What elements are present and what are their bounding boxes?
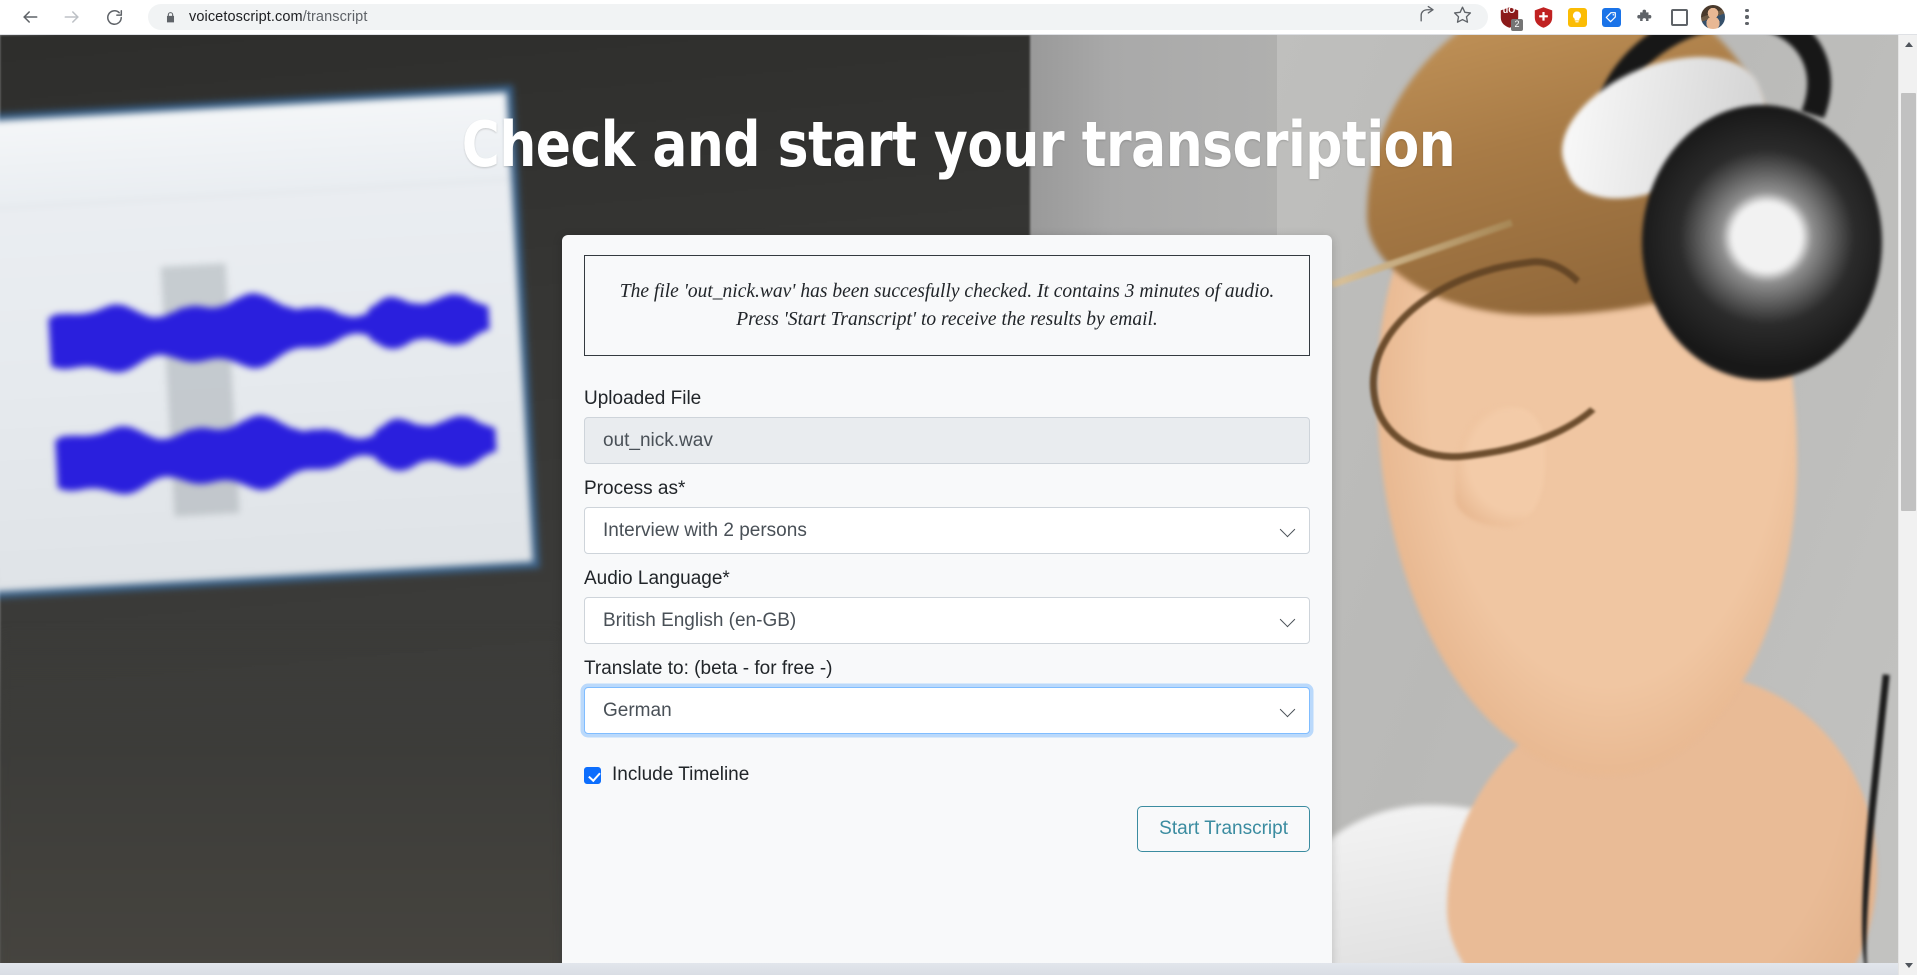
alert-line-1: The file 'out_nick.wav' has been succesf…	[619, 281, 1275, 302]
form-actions: Start Transcript	[584, 806, 1310, 853]
translate-to-label: Translate to: (beta - for free -)	[584, 658, 833, 680]
waveform-track-1	[47, 272, 491, 388]
address-bar[interactable]: voicetoscript.com/transcript	[148, 4, 1488, 30]
star-icon[interactable]	[1453, 5, 1472, 29]
uploaded-file-group: Uploaded File	[584, 388, 1310, 465]
navigation-buttons	[0, 2, 134, 32]
audio-language-select[interactable]: British English (en-GB)	[584, 597, 1310, 645]
page-title: Check and start your transcription	[461, 108, 1456, 181]
scrollbar-thumb[interactable]	[1901, 93, 1916, 511]
include-timeline-checkbox[interactable]	[584, 766, 601, 784]
omnibox-actions	[1418, 5, 1476, 29]
ublock-badge-count: 2	[1511, 19, 1523, 31]
share-icon[interactable]	[1418, 5, 1437, 29]
lightbulb-extension-icon[interactable]	[1562, 2, 1592, 32]
url-text: voicetoscript.com/transcript	[189, 9, 367, 25]
lock-icon	[164, 10, 177, 25]
page-viewport: Check and start your transcription The f…	[0, 35, 1917, 975]
page-scrollbar[interactable]	[1898, 35, 1917, 975]
tag-extension-icon[interactable]	[1596, 2, 1626, 32]
alert-line-2: Press 'Start Transcript' to receive the …	[736, 308, 1158, 330]
process-as-label: Process as*	[584, 478, 686, 500]
back-button[interactable]	[10, 2, 50, 32]
audio-language-group: Audio Language* British English (en-GB)	[584, 568, 1310, 645]
ublock-label: uO	[1502, 5, 1516, 15]
waveform-track-2	[54, 394, 498, 510]
url-path: /transcript	[302, 9, 368, 25]
translate-to-select[interactable]: German	[584, 687, 1310, 735]
uploaded-file-input	[584, 417, 1310, 465]
extensions-area: uO 2	[1494, 2, 1768, 32]
chrome-menu-icon[interactable]	[1732, 2, 1762, 32]
translate-to-group: Translate to: (beta - for free -) German	[584, 658, 1310, 735]
transcription-form-card: The file 'out_nick.wav' has been succesf…	[562, 235, 1332, 975]
puzzle-extensions-icon[interactable]	[1630, 2, 1660, 32]
start-transcript-button[interactable]: Start Transcript	[1137, 806, 1310, 853]
audio-language-label: Audio Language*	[584, 568, 730, 590]
side-panel-icon[interactable]	[1664, 2, 1694, 32]
process-as-select[interactable]: Interview with 2 persons	[584, 507, 1310, 555]
scroll-down-arrow[interactable]	[1899, 956, 1917, 975]
reload-button[interactable]	[94, 2, 134, 32]
ublock-origin-extension-icon[interactable]: uO 2	[1494, 2, 1524, 32]
status-alert: The file 'out_nick.wav' has been succesf…	[584, 255, 1310, 357]
avatar[interactable]	[1698, 2, 1728, 32]
uploaded-file-label: Uploaded File	[584, 388, 702, 410]
scroll-up-arrow[interactable]	[1899, 35, 1917, 54]
browser-toolbar: voicetoscript.com/transcript uO 2	[0, 0, 1917, 35]
include-timeline-row: Include Timeline	[584, 764, 1310, 786]
url-domain: voicetoscript.com	[189, 9, 303, 25]
security-shield-extension-icon[interactable]	[1528, 2, 1558, 32]
page-bottom-strip	[0, 963, 1917, 975]
process-as-group: Process as* Interview with 2 persons	[584, 478, 1310, 555]
forward-button[interactable]	[52, 2, 92, 32]
include-timeline-label: Include Timeline	[612, 764, 750, 786]
